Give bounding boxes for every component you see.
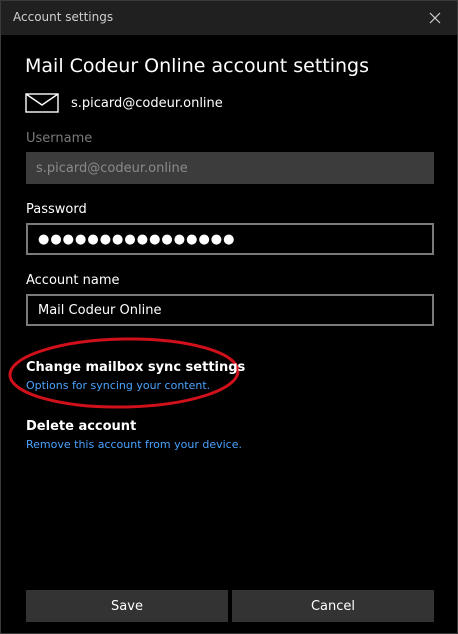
password-field[interactable]: ●●●●●●●●●●●●●●●● (26, 223, 434, 255)
sync-settings-link[interactable]: Change mailbox sync settings (26, 360, 245, 375)
delete-account-description: Remove this account from your device. (26, 438, 242, 451)
account-settings-window: Account settings Mail Codeur Online acco… (0, 0, 458, 634)
account-identity: s.picard@codeur.online (25, 93, 223, 113)
username-field: s.picard@codeur.online (26, 152, 434, 184)
delete-account-link[interactable]: Delete account (26, 419, 136, 434)
mail-icon (25, 93, 59, 113)
sync-settings-description: Options for syncing your content. (26, 379, 211, 392)
save-button[interactable]: Save (26, 590, 228, 622)
password-value: ●●●●●●●●●●●●●●●● (38, 231, 236, 247)
close-button[interactable] (413, 1, 457, 35)
username-value: s.picard@codeur.online (36, 160, 188, 176)
username-label: Username (26, 131, 93, 146)
window-title: Account settings (13, 10, 114, 24)
cancel-button[interactable]: Cancel (232, 590, 434, 622)
account-name-value: Mail Codeur Online (38, 302, 162, 318)
account-name-label: Account name (26, 273, 120, 288)
title-bar: Account settings (1, 1, 457, 35)
account-name-field[interactable]: Mail Codeur Online (26, 294, 434, 326)
page-title: Mail Codeur Online account settings (25, 55, 369, 77)
account-email: s.picard@codeur.online (71, 95, 223, 111)
password-label: Password (26, 202, 87, 217)
close-icon (429, 12, 441, 24)
